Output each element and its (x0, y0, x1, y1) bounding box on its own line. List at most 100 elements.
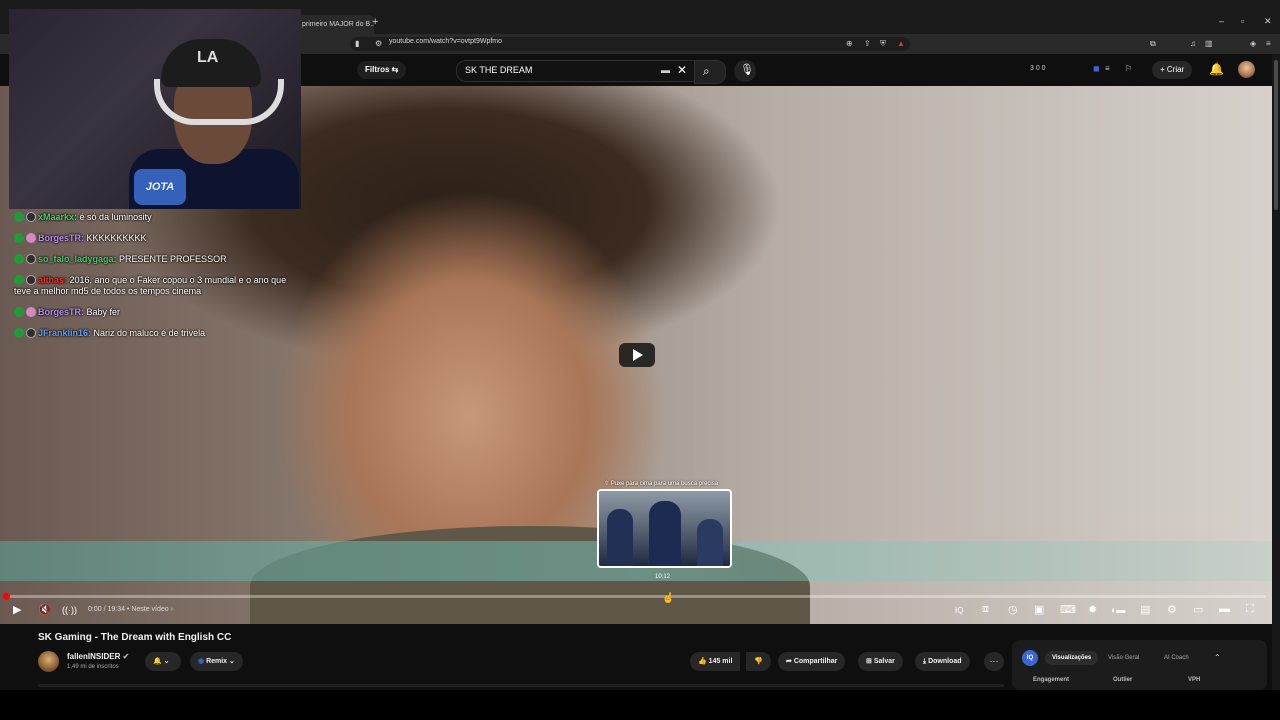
subtitles-icon[interactable]: ▤ (1140, 603, 1150, 616)
url-text[interactable]: youtube.com/watch?v=ovtpt9Wpfmo (389, 38, 502, 45)
menu-icon[interactable]: ≡ (1266, 39, 1271, 48)
bookmark-icon[interactable]: ▮ (355, 39, 359, 48)
sidebar-icon[interactable]: ▥ (1205, 39, 1213, 48)
download-button[interactable]: ⤓ Download (915, 652, 970, 671)
iq-logo-icon: IQ (1022, 650, 1038, 666)
collapse-icon[interactable]: ⌃ (1214, 653, 1221, 662)
account-avatar[interactable] (1238, 61, 1255, 78)
chat-text: PRESENTE PROFESSOR (119, 254, 227, 264)
filters-button[interactable]: Filtros ⇆ (357, 61, 407, 79)
badge-icon (26, 307, 36, 317)
divider (38, 684, 1004, 687)
channel-avatar[interactable] (38, 651, 59, 672)
cast-panel-icon[interactable]: ⧈ (982, 603, 989, 616)
theater-icon[interactable]: ▬ (1219, 603, 1230, 615)
vph-label: VPH (1188, 677, 1201, 683)
list-icon[interactable]: ≡ (1105, 64, 1110, 73)
keyboard-icon[interactable]: ▬ (661, 65, 670, 75)
more-actions-button[interactable]: ⋯ (984, 652, 1004, 671)
chat-username: BorgesTR: (38, 307, 85, 317)
vpn-icon[interactable]: ◈ (1250, 39, 1256, 48)
extension-icon[interactable]: ▲ (897, 39, 905, 48)
progress-scrubber[interactable] (3, 593, 10, 600)
save-label: Salvar (873, 658, 895, 665)
preview-time: 10:12 (655, 574, 671, 580)
iq-icon[interactable]: IQ (955, 606, 963, 615)
seek-preview-thumbnail (597, 489, 732, 568)
music-icon[interactable]: ♫ (1190, 39, 1196, 48)
channel-name[interactable]: fallenINSIDER ✔ (67, 652, 129, 661)
audio-track-icon[interactable]: ((·)) (62, 605, 77, 615)
video-title: SK Gaming - The Dream with English CC (38, 632, 232, 643)
share-button[interactable]: ➦ Compartilhar (778, 652, 846, 671)
subscriber-count: 1,49 mi de inscritos (67, 664, 119, 670)
effects-icon[interactable]: ✹ (1088, 603, 1097, 616)
badge-icon (26, 233, 36, 243)
voice-search-button[interactable]: 🎙 (734, 60, 756, 82)
badge-icon (14, 212, 24, 222)
download-icon: ⤓ (923, 658, 927, 665)
dislike-button[interactable]: 👎 (746, 652, 771, 671)
chat-message: aithas: 2016, ano que o Faker copou o 3 … (14, 275, 294, 297)
cast-icon[interactable]: ⚐ (1125, 64, 1132, 73)
engagement-label: Engagement (1033, 677, 1070, 683)
screenshot-icon[interactable]: ▣ (1034, 603, 1044, 616)
like-button[interactable]: 👍 145 mil (690, 652, 741, 671)
badge-icon (26, 328, 36, 338)
fullscreen-icon[interactable]: ⛶ (1246, 603, 1254, 616)
minimize-icon[interactable]: – (1219, 16, 1224, 26)
share-icon: ➦ (786, 658, 792, 665)
cap-logo: LA (197, 49, 219, 66)
maximize-icon[interactable]: ▫ (1241, 16, 1244, 26)
chat-message: BorgesTR: Baby fer (14, 307, 294, 318)
create-button[interactable]: + Criar (1152, 61, 1193, 79)
notifications-icon[interactable]: 🔔 (1209, 62, 1224, 76)
extension-stats: 3 0 0 (1030, 65, 1046, 72)
clear-search-icon[interactable]: ✕ (677, 63, 687, 77)
play-overlay-button[interactable] (619, 343, 655, 367)
chapter-label[interactable]: Neste vídeo (131, 606, 168, 613)
site-info-icon[interactable]: ⚙ (375, 39, 382, 48)
autoplay-toggle[interactable]: ◐▬ (1111, 605, 1125, 615)
settings-icon[interactable]: ⚙ (1167, 603, 1177, 616)
new-tab-button[interactable]: + (372, 16, 378, 28)
tab-visao-geral[interactable]: Visão Geral (1101, 651, 1146, 665)
zoom-icon[interactable]: ⊕ (846, 39, 853, 48)
save-button[interactable]: ⊞ Salvar (858, 652, 903, 671)
footer-bar (0, 690, 1280, 720)
chat-message: xMaarkx: é só da luminosity (14, 212, 294, 223)
share-label: Compartilhar (793, 658, 838, 665)
badge-icon (14, 328, 24, 338)
badge-icon (14, 233, 24, 243)
close-window-icon[interactable]: ✕ (1264, 16, 1272, 27)
mute-icon[interactable]: 🔇 (38, 603, 52, 616)
share-page-icon[interactable]: ⇪ (864, 39, 871, 48)
chat-overlay: xMaarkx: é só da luminosity BorgesTR: KK… (14, 212, 294, 349)
mouse-cursor-icon: ☝ (662, 593, 675, 604)
verified-icon: ✔ (122, 652, 130, 661)
play-icon[interactable]: ▶ (13, 603, 21, 616)
scrollbar-thumb[interactable] (1274, 60, 1278, 210)
search-button[interactable]: ⌕ (694, 60, 726, 84)
tab-visualizacoes[interactable]: Visualizações (1045, 651, 1099, 665)
badge-icon (14, 275, 24, 285)
badge-icon (14, 307, 24, 317)
create-label: Criar (1166, 65, 1185, 74)
tab-ai-coach[interactable]: AI Coach (1157, 651, 1196, 665)
speed-icon[interactable]: ◷ (1008, 603, 1018, 616)
badge-icon (14, 254, 24, 264)
iq-extension-icon[interactable]: ◼ (1093, 64, 1100, 73)
chat-username: so_falo_ladygaga: (38, 254, 117, 264)
shield-icon[interactable]: ⛨ (880, 39, 886, 49)
miniplayer-icon[interactable]: ▭ (1193, 603, 1203, 616)
notification-bell-button[interactable]: 🔔 ⌄ (145, 652, 181, 671)
extensions-icon[interactable]: ⧉ (1150, 39, 1156, 49)
time-text: 0:00 / 19:34 (88, 606, 125, 613)
keyboard-control-icon[interactable]: ⌨ (1060, 603, 1076, 616)
download-label: Download (928, 658, 962, 665)
progress-bar[interactable] (3, 593, 1266, 600)
browser-tab[interactable]: primeiro MAJOR do B... (296, 15, 374, 34)
badge-icon (26, 212, 36, 222)
remix-button[interactable]: ◉ Remix ⌄ (190, 652, 243, 671)
channel-name-text: fallenINSIDER (67, 652, 121, 661)
